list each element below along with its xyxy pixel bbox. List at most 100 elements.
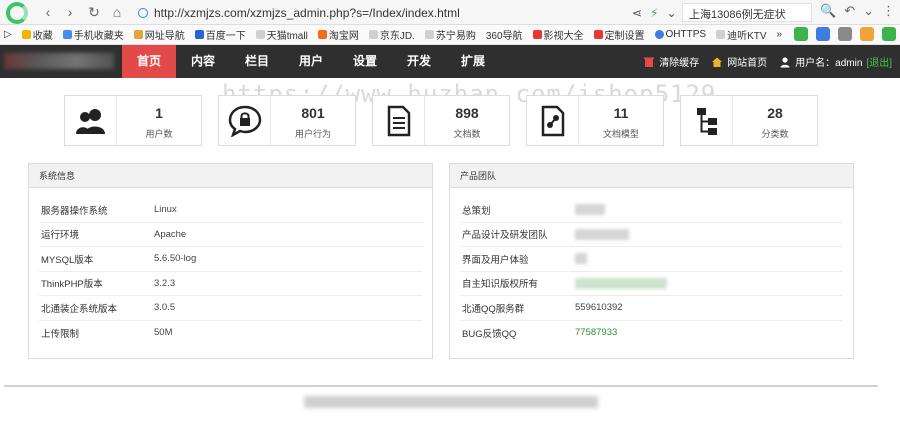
system-info-panel: 系统信息 服务器操作系统 Linux 运行环境 Apache MYSQL版本 5.6.…: [28, 163, 433, 359]
footer-divider: [4, 385, 878, 387]
stat-card-user-actions[interactable]: 801 用户行为: [218, 95, 356, 146]
document-icon: [373, 96, 425, 145]
bookmark-item[interactable]: 收藏: [21, 27, 53, 42]
bookmark-item[interactable]: 淘宝网: [317, 27, 359, 42]
menu-icon[interactable]: ⌄: [863, 3, 874, 19]
footer-copyright-redacted: [304, 396, 598, 408]
table-row: 产品设计及研发团队: [460, 223, 843, 247]
stat-value: 898: [455, 105, 479, 121]
bookmark-item[interactable]: 360导航: [486, 27, 523, 42]
stat-card-users[interactable]: 1 用户数: [64, 95, 202, 146]
table-row: ThinkPHP版本 3.2.3: [39, 272, 422, 296]
table-row: BUG反馈QQ 77587933: [462, 327, 618, 340]
table-row: 界面及用户体验: [460, 247, 843, 272]
model-icon: [527, 96, 579, 145]
table-row: 北通QQ服务群 559610392: [460, 296, 843, 321]
browser-logo-icon: [0, 0, 34, 25]
nav-item-home[interactable]: 首页: [122, 45, 176, 78]
address-tools: ⋖ ⚡ ⌄: [632, 3, 677, 22]
stat-value: 1: [155, 105, 163, 121]
forward-icon[interactable]: ›: [62, 4, 78, 20]
back-icon[interactable]: ‹: [40, 4, 56, 20]
stat-value: 801: [301, 105, 325, 121]
redacted-value: [575, 204, 605, 216]
table-row: MYSQL版本 5.6.50-log: [39, 247, 422, 272]
tree-icon: [681, 96, 733, 145]
table-row: 总策划: [460, 198, 843, 223]
stat-card-categories[interactable]: 28 分类数: [680, 95, 818, 146]
more-icon[interactable]: ⋮: [882, 3, 895, 19]
lock-chat-icon: [219, 96, 271, 145]
table-row: 运行环境 Apache: [39, 223, 422, 247]
bookmark-item[interactable]: OHTTPS: [654, 29, 706, 40]
redacted-value: [575, 253, 587, 265]
stat-value: 28: [767, 105, 783, 121]
stat-label: 文档模型: [602, 129, 639, 139]
home-icon[interactable]: ⌂: [109, 4, 125, 20]
brand-logo: [4, 53, 114, 69]
clear-cache-link[interactable]: 清除缓存: [643, 54, 699, 69]
browser-right-icons: 🔍 ↶ ⌄ ⋮: [820, 3, 895, 19]
stat-value: 11: [613, 105, 629, 121]
redacted-value: [575, 277, 667, 289]
panel-title: 系统信息: [29, 164, 432, 188]
bookmark-item[interactable]: 网址导航: [133, 27, 185, 42]
bookmark-item[interactable]: 影视大全: [532, 27, 584, 42]
nav-item-extend[interactable]: 扩展: [446, 45, 500, 78]
admin-header: 首页 内容 栏目 用户 设置 开发 扩展 清除缓存 网站首页 用户名：admin…: [0, 45, 900, 78]
bookmark-item[interactable]: 百度一下: [194, 27, 246, 42]
stat-label: 用户行为: [294, 129, 331, 139]
extension-icon[interactable]: [882, 27, 896, 41]
redacted-value: [575, 228, 629, 240]
bookmark-item[interactable]: 定制设置: [593, 27, 645, 42]
undo-icon[interactable]: ↶: [844, 3, 855, 19]
nav-item-settings[interactable]: 设置: [338, 45, 392, 78]
dropdown-icon[interactable]: ⌄: [667, 6, 677, 20]
users-icon: [65, 96, 117, 145]
site-info-icon: [138, 7, 148, 18]
bookmark-item[interactable]: 迪听KTV: [716, 27, 767, 42]
bookmark-item[interactable]: 京东JD.: [368, 27, 415, 42]
bookmark-overflow-icon[interactable]: »: [777, 29, 783, 40]
bookmark-item[interactable]: 手机收藏夹: [62, 27, 124, 42]
extension-icon[interactable]: [794, 27, 808, 41]
address-bar[interactable]: http://xzmjzs.com/xzmjzs_admin.php?s=/In…: [138, 3, 628, 22]
panel-title: 产品团队: [450, 164, 853, 188]
stat-card-doc-models[interactable]: 11 文档模型: [526, 95, 664, 146]
nav-item-develop[interactable]: 开发: [392, 45, 446, 78]
table-row: 北通装企系统版本 3.0.5: [39, 296, 422, 321]
share-icon[interactable]: ⋖: [632, 6, 642, 20]
trash-icon: [644, 57, 655, 67]
stat-label: 用户数: [145, 129, 173, 139]
user-icon: [780, 56, 790, 67]
extension-icon[interactable]: [838, 27, 852, 41]
nav-item-category[interactable]: 栏目: [230, 45, 284, 78]
lightning-icon[interactable]: ⚡: [650, 6, 658, 20]
main-nav: 首页 内容 栏目 用户 设置 开发 扩展: [122, 45, 500, 78]
url-text: http://xzmjzs.com/xzmjzs_admin.php?s=/In…: [154, 5, 460, 20]
site-home-link[interactable]: 网站首页: [711, 54, 767, 69]
bookmark-item[interactable]: 天猫tmall: [255, 27, 308, 42]
bug-qq-link[interactable]: 77587933: [575, 327, 617, 338]
extension-icon[interactable]: [816, 27, 830, 41]
bookmarks-bar: ▷ 收藏 手机收藏夹 网址导航 百度一下 天猫tmall 淘宝网 京东JD. 苏…: [0, 25, 900, 45]
news-ticker[interactable]: 上海13086例无症状: [682, 3, 812, 22]
nav-item-users[interactable]: 用户: [284, 45, 338, 78]
reload-icon[interactable]: ↻: [86, 4, 102, 20]
stat-label: 文档数: [453, 129, 481, 139]
bookmark-toggle-icon[interactable]: ▷: [4, 29, 12, 40]
stat-label: 分类数: [761, 129, 789, 139]
table-row: 上传限制 50M: [41, 327, 173, 340]
table-row: 服务器操作系统 Linux: [39, 198, 422, 223]
extension-icon[interactable]: [860, 27, 874, 41]
product-team-panel: 产品团队 总策划 产品设计及研发团队 界面及用户体验 自主知识版权所有 北通QQ…: [449, 163, 854, 359]
extension-icons: [794, 27, 896, 41]
search-icon[interactable]: 🔍: [820, 3, 836, 19]
user-info: 用户名：admin [退出]: [779, 54, 892, 69]
stat-card-documents[interactable]: 898 文档数: [372, 95, 510, 146]
nav-item-content[interactable]: 内容: [176, 45, 230, 78]
house-icon: [712, 57, 723, 67]
logout-link[interactable]: [退出]: [866, 54, 892, 69]
dashboard-content: https://www.huzhan.com/ishop5129 1 用户数 8…: [0, 78, 900, 448]
bookmark-item[interactable]: 苏宁易购: [424, 27, 476, 42]
